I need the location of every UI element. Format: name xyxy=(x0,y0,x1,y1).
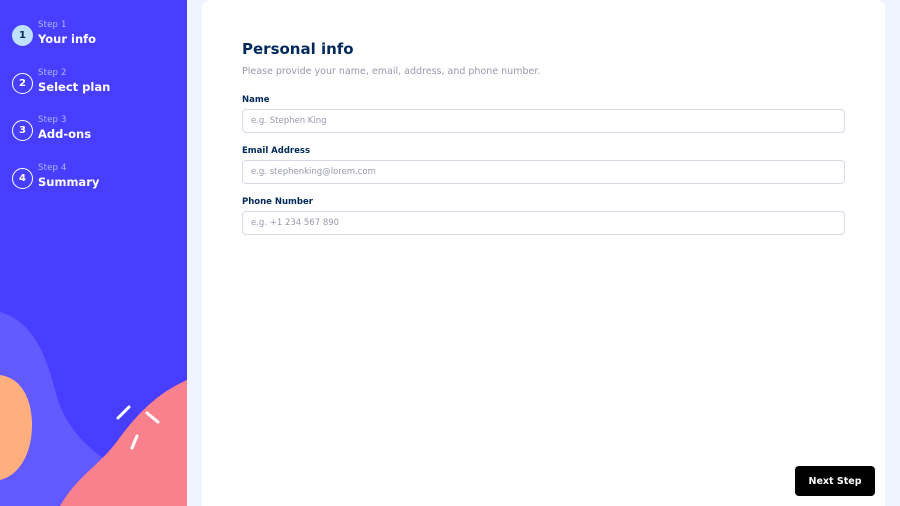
sparkle-line-1 xyxy=(116,405,131,420)
phone-field-group: Phone Number xyxy=(242,196,845,235)
step-1-caption: Step 1 xyxy=(38,20,67,30)
email-input[interactable] xyxy=(242,160,845,184)
step-2[interactable]: 2 Step 2 Select plan xyxy=(12,68,110,116)
name-label: Name xyxy=(242,95,270,105)
page-title: Personal info xyxy=(242,40,354,58)
step-list: 1 Step 1 Your info 2 Step 2 Select plan … xyxy=(12,20,110,210)
form-content: Personal info Please provide your name, … xyxy=(242,38,845,235)
step-3-caption: Step 3 xyxy=(38,115,67,125)
step-3-number: 3 xyxy=(12,120,33,141)
name-field-group: Name xyxy=(242,94,845,133)
step-1-number: 1 xyxy=(12,25,33,46)
email-label: Email Address xyxy=(242,146,311,156)
step-3-title: Add-ons xyxy=(38,127,92,141)
sidebar: 1 Step 1 Your info 2 Step 2 Select plan … xyxy=(0,0,187,506)
phone-label: Phone Number xyxy=(242,197,313,207)
step-1[interactable]: 1 Step 1 Your info xyxy=(12,20,110,68)
step-1-title: Your info xyxy=(38,32,97,46)
step-3[interactable]: 3 Step 3 Add-ons xyxy=(12,115,110,163)
step-2-caption: Step 2 xyxy=(38,67,67,78)
form-panel: Personal info Please provide your name, … xyxy=(202,0,885,506)
step-2-title: Select plan xyxy=(38,79,111,94)
step-4-caption: Step 4 xyxy=(38,162,67,173)
email-field-group: Email Address xyxy=(242,145,845,184)
step-4[interactable]: 4 Step 4 Summary xyxy=(12,163,110,211)
page-subtitle: Please provide your name, email, address… xyxy=(242,66,541,77)
phone-input[interactable] xyxy=(242,211,845,235)
step-2-number: 2 xyxy=(12,72,33,94)
step-4-number: 4 xyxy=(12,167,33,189)
next-step-button[interactable]: Next Step xyxy=(795,466,875,496)
step-4-title: Summary xyxy=(38,174,100,189)
name-input[interactable] xyxy=(242,109,845,133)
